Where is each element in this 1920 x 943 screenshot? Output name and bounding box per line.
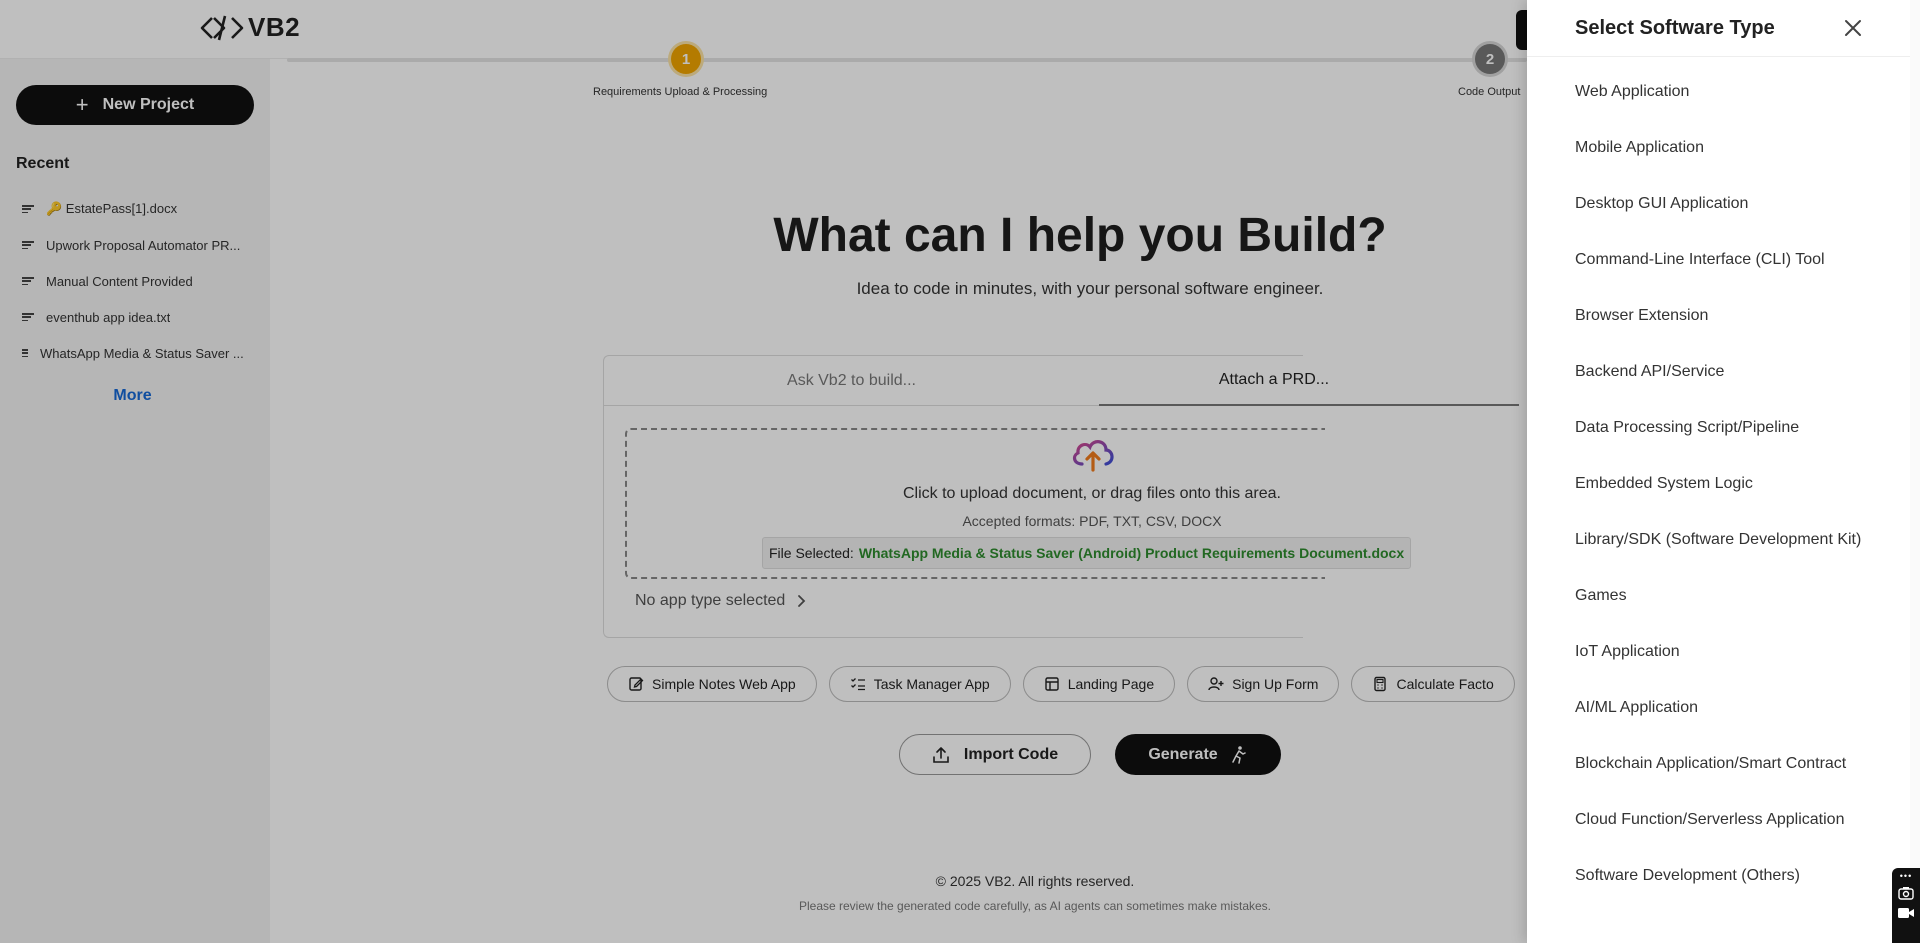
software-type-option[interactable]: Software Development (Others) bbox=[1527, 848, 1920, 904]
software-type-option[interactable]: Web Application bbox=[1527, 64, 1920, 120]
software-type-option[interactable]: Desktop GUI Application bbox=[1527, 176, 1920, 232]
drawer-scrollbar[interactable] bbox=[1910, 0, 1920, 943]
drawer-title: Select Software Type bbox=[1575, 17, 1775, 39]
software-type-option[interactable]: Command-Line Interface (CLI) Tool bbox=[1527, 232, 1920, 288]
software-type-option[interactable]: Embedded System Logic bbox=[1527, 456, 1920, 512]
software-type-option[interactable]: Mobile Application bbox=[1527, 120, 1920, 176]
video-camera-icon[interactable] bbox=[1897, 906, 1915, 920]
software-type-list: Web Application Mobile Application Deskt… bbox=[1527, 64, 1920, 904]
camera-icon[interactable] bbox=[1898, 886, 1914, 900]
software-type-option[interactable]: Library/SDK (Software Development Kit) bbox=[1527, 512, 1920, 568]
software-type-option[interactable]: Browser Extension bbox=[1527, 288, 1920, 344]
recording-widget[interactable]: ••• bbox=[1892, 868, 1920, 943]
close-icon[interactable] bbox=[1841, 16, 1865, 40]
software-type-option[interactable]: Backend API/Service bbox=[1527, 344, 1920, 400]
software-type-option[interactable]: Cloud Function/Serverless Application bbox=[1527, 792, 1920, 848]
drawer-header: Select Software Type bbox=[1527, 0, 1920, 57]
more-dots-icon[interactable]: ••• bbox=[1900, 872, 1912, 881]
software-type-option[interactable]: AI/ML Application bbox=[1527, 680, 1920, 736]
modal-backdrop[interactable] bbox=[0, 0, 1527, 943]
software-type-option[interactable]: Data Processing Script/Pipeline bbox=[1527, 400, 1920, 456]
software-type-option[interactable]: Blockchain Application/Smart Contract bbox=[1527, 736, 1920, 792]
software-type-option[interactable]: IoT Application bbox=[1527, 624, 1920, 680]
software-type-option[interactable]: Games bbox=[1527, 568, 1920, 624]
software-type-drawer: Select Software Type Web Application Mob… bbox=[1527, 0, 1920, 943]
